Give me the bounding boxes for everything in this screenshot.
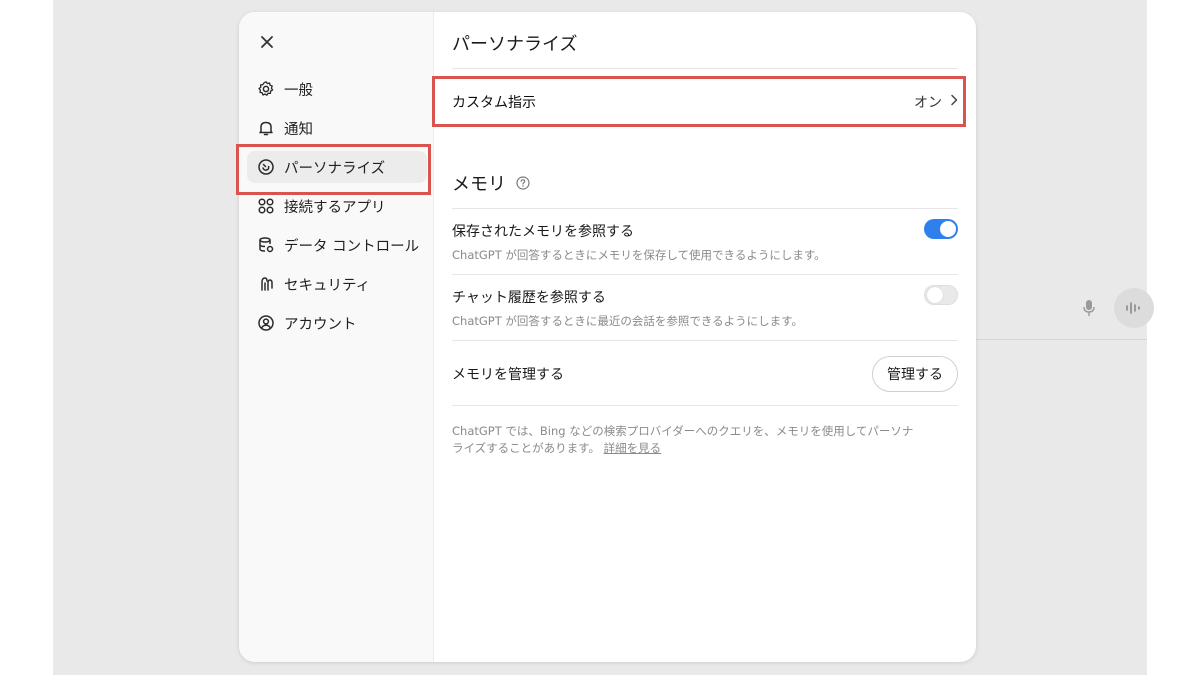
chat-history-description: ChatGPT が回答するときに最近の会話を参照できるようにします。	[452, 314, 804, 328]
saved-memory-description: ChatGPT が回答するときにメモリを保存して使用できるようにします。	[452, 248, 826, 262]
title-divider	[452, 68, 958, 69]
memory-footer-note: ChatGPT では、Bing などの検索プロバイダーへのクエリを、メモリを使用…	[452, 423, 922, 457]
page-title: パーソナライズ	[452, 34, 578, 55]
chat-history-label: チャット履歴を参照する	[452, 290, 606, 306]
gear-icon	[257, 80, 275, 98]
memory-divider-4	[452, 405, 958, 406]
apps-icon	[257, 197, 275, 215]
learn-more-link[interactable]: 詳細を見る	[604, 441, 662, 455]
saved-memory-setting: 保存されたメモリを参照する ChatGPT が回答するときにメモリを保存して使用…	[452, 219, 958, 263]
personalize-icon	[257, 158, 275, 176]
sidebar-item-label: セキュリティ	[284, 277, 371, 294]
custom-instructions-status: オン	[914, 95, 942, 111]
manage-memory-label: メモリを管理する	[452, 367, 564, 383]
voice-mode-icon[interactable]	[1114, 288, 1154, 328]
bell-icon	[257, 119, 275, 137]
manage-memory-row: メモリを管理する 管理する	[452, 354, 958, 394]
toggle-knob	[927, 287, 943, 303]
settings-sidebar: 一般 通知 パーソナライズ 接続するアプリ データ コントロール セキュリティ …	[239, 12, 434, 662]
close-icon[interactable]	[255, 30, 279, 54]
sidebar-item-label: アカウント	[284, 316, 357, 333]
memory-divider-1	[452, 208, 958, 209]
help-icon[interactable]	[516, 176, 530, 190]
background-divider	[975, 339, 1147, 340]
chevron-right-icon	[950, 94, 958, 110]
sidebar-item-label: パーソナライズ	[284, 160, 386, 177]
sidebar-item-data-controls[interactable]: データ コントロール	[247, 229, 427, 261]
memory-divider-3	[452, 340, 958, 341]
footer-text: ChatGPT では、Bing などの検索プロバイダーへのクエリを、メモリを使用…	[452, 424, 914, 455]
memory-title: メモリ	[452, 174, 506, 195]
security-icon	[257, 275, 275, 293]
sidebar-item-label: 接続するアプリ	[284, 199, 386, 216]
memory-section-title: メモリ	[452, 170, 530, 196]
sidebar-item-label: 一般	[284, 82, 313, 99]
chat-history-toggle[interactable]	[924, 285, 958, 305]
microphone-icon[interactable]	[1080, 297, 1098, 319]
sidebar-item-label: 通知	[284, 121, 313, 138]
settings-content: パーソナライズ カスタム指示 オン メモリ 保存されたメモリを参照する Chat…	[452, 12, 960, 662]
sidebar-item-label: データ コントロール	[284, 238, 420, 255]
saved-memory-toggle[interactable]	[924, 219, 958, 239]
manage-memory-button[interactable]: 管理する	[872, 356, 958, 392]
sidebar-item-general[interactable]: 一般	[247, 73, 427, 105]
chat-history-setting: チャット履歴を参照する ChatGPT が回答するときに最近の会話を参照できるよ…	[452, 285, 958, 329]
database-icon	[257, 236, 275, 254]
account-icon	[257, 314, 275, 332]
toggle-knob	[940, 221, 956, 237]
custom-instructions-row[interactable]: カスタム指示 オン	[452, 84, 958, 120]
sidebar-item-personalize[interactable]: パーソナライズ	[247, 151, 427, 183]
sidebar-item-notifications[interactable]: 通知	[247, 112, 427, 144]
sidebar-item-connected-apps[interactable]: 接続するアプリ	[247, 190, 427, 222]
memory-divider-2	[452, 274, 958, 275]
custom-instructions-label: カスタム指示	[452, 95, 536, 111]
settings-nav: 一般 通知 パーソナライズ 接続するアプリ データ コントロール セキュリティ …	[247, 73, 427, 346]
saved-memory-label: 保存されたメモリを参照する	[452, 224, 634, 240]
sidebar-item-security[interactable]: セキュリティ	[247, 268, 427, 300]
settings-dialog: 一般 通知 パーソナライズ 接続するアプリ データ コントロール セキュリティ …	[239, 12, 976, 662]
sidebar-item-account[interactable]: アカウント	[247, 307, 427, 339]
